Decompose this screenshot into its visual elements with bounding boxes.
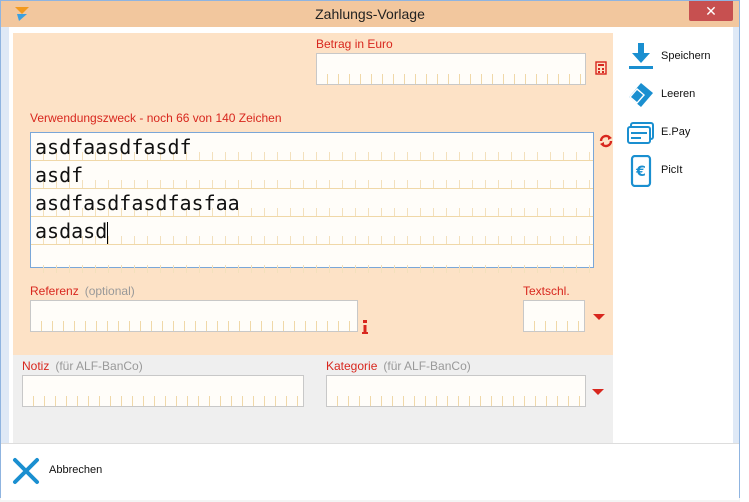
dialog-window: Zahlungs-Vorlage ✕ Betrag in Euro Verwen… <box>0 0 740 500</box>
internal-info-section: Notiz (für ALF-BanCo) Kategorie (für ALF-B… <box>13 355 613 443</box>
category-dropdown-arrow[interactable] <box>592 389 604 395</box>
picit-button[interactable]: € PicIt <box>627 155 737 187</box>
svg-text:€: € <box>635 164 646 180</box>
amount-input[interactable] <box>316 53 586 85</box>
category-select[interactable] <box>326 375 586 407</box>
info-icon[interactable] <box>361 320 369 334</box>
reference-label: Referenz (optional) <box>30 284 135 298</box>
phone-euro-icon: € <box>630 155 652 187</box>
eraser-icon <box>629 83 653 107</box>
epay-button[interactable]: E.Pay <box>627 117 737 149</box>
text-key-label: Textschl. <box>523 284 570 298</box>
close-button[interactable]: ✕ <box>689 1 733 21</box>
reference-input[interactable] <box>30 300 358 332</box>
close-x-icon <box>13 458 39 484</box>
purpose-line[interactable]: asdf <box>31 161 593 189</box>
download-icon <box>629 43 653 69</box>
category-label: Kategorie (für ALF-BanCo) <box>326 359 471 373</box>
save-button[interactable]: Speichern <box>627 41 737 73</box>
epay-card-icon <box>627 122 654 144</box>
background-window-strip <box>740 0 749 502</box>
purpose-label: Verwendungszweck - noch 66 von 140 Zeich… <box>30 111 282 125</box>
text-key-dropdown-arrow[interactable] <box>593 314 605 320</box>
purpose-line[interactable]: asdfasdfasdfasfaa <box>31 189 593 217</box>
refresh-icon[interactable] <box>598 133 614 149</box>
title-bar[interactable]: Zahlungs-Vorlage ✕ <box>1 1 739 27</box>
amount-label: Betrag in Euro <box>316 37 393 51</box>
dialog-footer: Abbrechen <box>1 443 739 500</box>
note-label: Notiz (für ALF-BanCo) <box>22 359 143 373</box>
text-key-select[interactable] <box>523 300 585 332</box>
purpose-textarea[interactable]: asdfaasdfasdf asdf asdfasdfasdfasfaa asd… <box>30 132 594 273</box>
purpose-line[interactable] <box>31 245 593 273</box>
purpose-line[interactable]: asdfaasdfasdf <box>31 133 593 161</box>
note-input[interactable] <box>22 375 304 407</box>
calculator-icon[interactable] <box>594 61 608 75</box>
purpose-line[interactable]: asdasd <box>31 217 593 245</box>
dialog-content: Betrag in Euro Verwendungszweck - noch 6… <box>9 27 733 443</box>
text-caret <box>107 221 109 244</box>
transfer-form-section: Betrag in Euro Verwendungszweck - noch 6… <box>13 33 613 355</box>
window-title: Zahlungs-Vorlage <box>315 6 425 22</box>
cancel-button[interactable]: Abbrechen <box>11 456 121 486</box>
clear-button[interactable]: Leeren <box>627 79 737 111</box>
